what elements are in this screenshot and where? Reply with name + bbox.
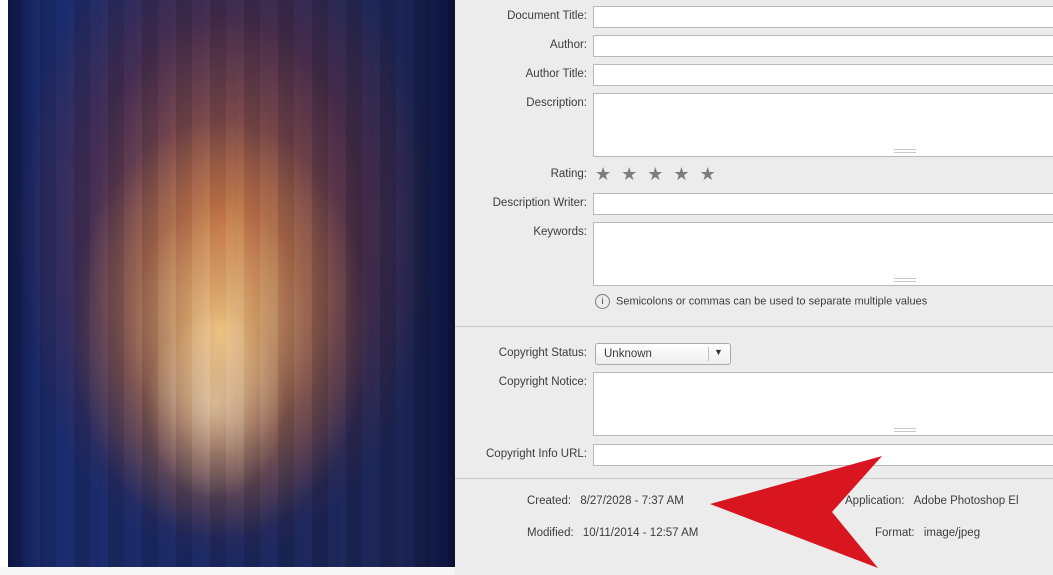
star-icon[interactable]: ★ bbox=[647, 164, 673, 184]
copyright-notice-label: Copyright Notice: bbox=[498, 376, 587, 388]
star-icon[interactable]: ★ bbox=[673, 164, 699, 184]
keywords-textarea[interactable] bbox=[593, 222, 1053, 286]
application-value: Adobe Photoshop El bbox=[913, 495, 1019, 507]
resize-grip-icon[interactable] bbox=[894, 278, 916, 282]
copyright-status-row: Copyright Status: bbox=[455, 343, 1053, 365]
keywords-hint-text: Semicolons or commas can be used to sepa… bbox=[616, 295, 928, 308]
star-icon[interactable]: ★ bbox=[700, 164, 726, 184]
modified-meta: Modified: 10/11/2014 - 12:57 AM bbox=[527, 527, 698, 539]
author-row: Author: bbox=[455, 35, 1053, 57]
keywords-hint: i Semicolons or commas can be used to sep… bbox=[595, 294, 927, 309]
star-icon[interactable]: ★ bbox=[595, 164, 621, 184]
section-divider bbox=[455, 326, 1053, 327]
rating-label: Rating: bbox=[550, 168, 587, 180]
description-label: Description: bbox=[526, 97, 587, 109]
photo-left-border bbox=[0, 0, 8, 575]
info-icon: i bbox=[595, 294, 610, 309]
photo-bottom-border bbox=[0, 567, 455, 575]
created-value: 8/27/2028 - 7:37 AM bbox=[580, 495, 684, 507]
format-meta: Format: image/jpeg bbox=[875, 527, 980, 539]
description-textarea[interactable] bbox=[593, 93, 1053, 157]
author-label: Author: bbox=[549, 39, 587, 51]
star-icon[interactable]: ★ bbox=[621, 164, 647, 184]
description-writer-field[interactable] bbox=[593, 193, 1053, 215]
photo-light-streaks bbox=[0, 0, 455, 575]
description-writer-row: Description Writer: bbox=[455, 193, 1053, 215]
document-title-row: Document Title: bbox=[455, 6, 1053, 28]
author-field[interactable] bbox=[593, 35, 1053, 57]
copyright-status-label: Copyright Status: bbox=[498, 347, 587, 359]
keywords-row: Keywords: bbox=[455, 222, 1053, 286]
document-title-label: Document Title: bbox=[507, 10, 587, 22]
document-title-field[interactable] bbox=[593, 6, 1053, 28]
resize-grip-icon[interactable] bbox=[894, 149, 916, 153]
rating-row: Rating: bbox=[455, 160, 1053, 188]
author-title-label: Author Title: bbox=[525, 68, 587, 80]
chevron-down-icon: ▼ bbox=[714, 347, 723, 357]
format-value: image/jpeg bbox=[923, 527, 981, 539]
created-meta: Created: 8/27/2028 - 7:37 AM bbox=[527, 495, 684, 507]
red-arrow-annotation bbox=[710, 456, 882, 568]
modified-label: Modified: bbox=[527, 527, 574, 539]
author-title-field[interactable] bbox=[593, 64, 1053, 86]
photo-preview bbox=[0, 0, 455, 575]
copyright-status-value: Unknown bbox=[604, 348, 652, 360]
resize-grip-icon[interactable] bbox=[894, 428, 916, 432]
copyright-status-select[interactable]: Unknown ▼ bbox=[595, 343, 731, 365]
copyright-notice-textarea[interactable] bbox=[593, 372, 1053, 436]
select-separator bbox=[708, 347, 709, 361]
modified-value: 10/11/2014 - 12:57 AM bbox=[582, 527, 699, 539]
arrow-shape bbox=[710, 456, 882, 568]
created-label: Created: bbox=[527, 495, 572, 507]
rating-stars: ★★★★★ bbox=[595, 164, 726, 185]
copyright-notice-row: Copyright Notice: bbox=[455, 372, 1053, 436]
author-title-row: Author Title: bbox=[455, 64, 1053, 86]
description-writer-label: Description Writer: bbox=[492, 197, 587, 209]
description-row: Description: bbox=[455, 93, 1053, 157]
keywords-label: Keywords: bbox=[533, 226, 587, 238]
copyright-info-url-label: Copyright Info URL: bbox=[486, 448, 587, 460]
